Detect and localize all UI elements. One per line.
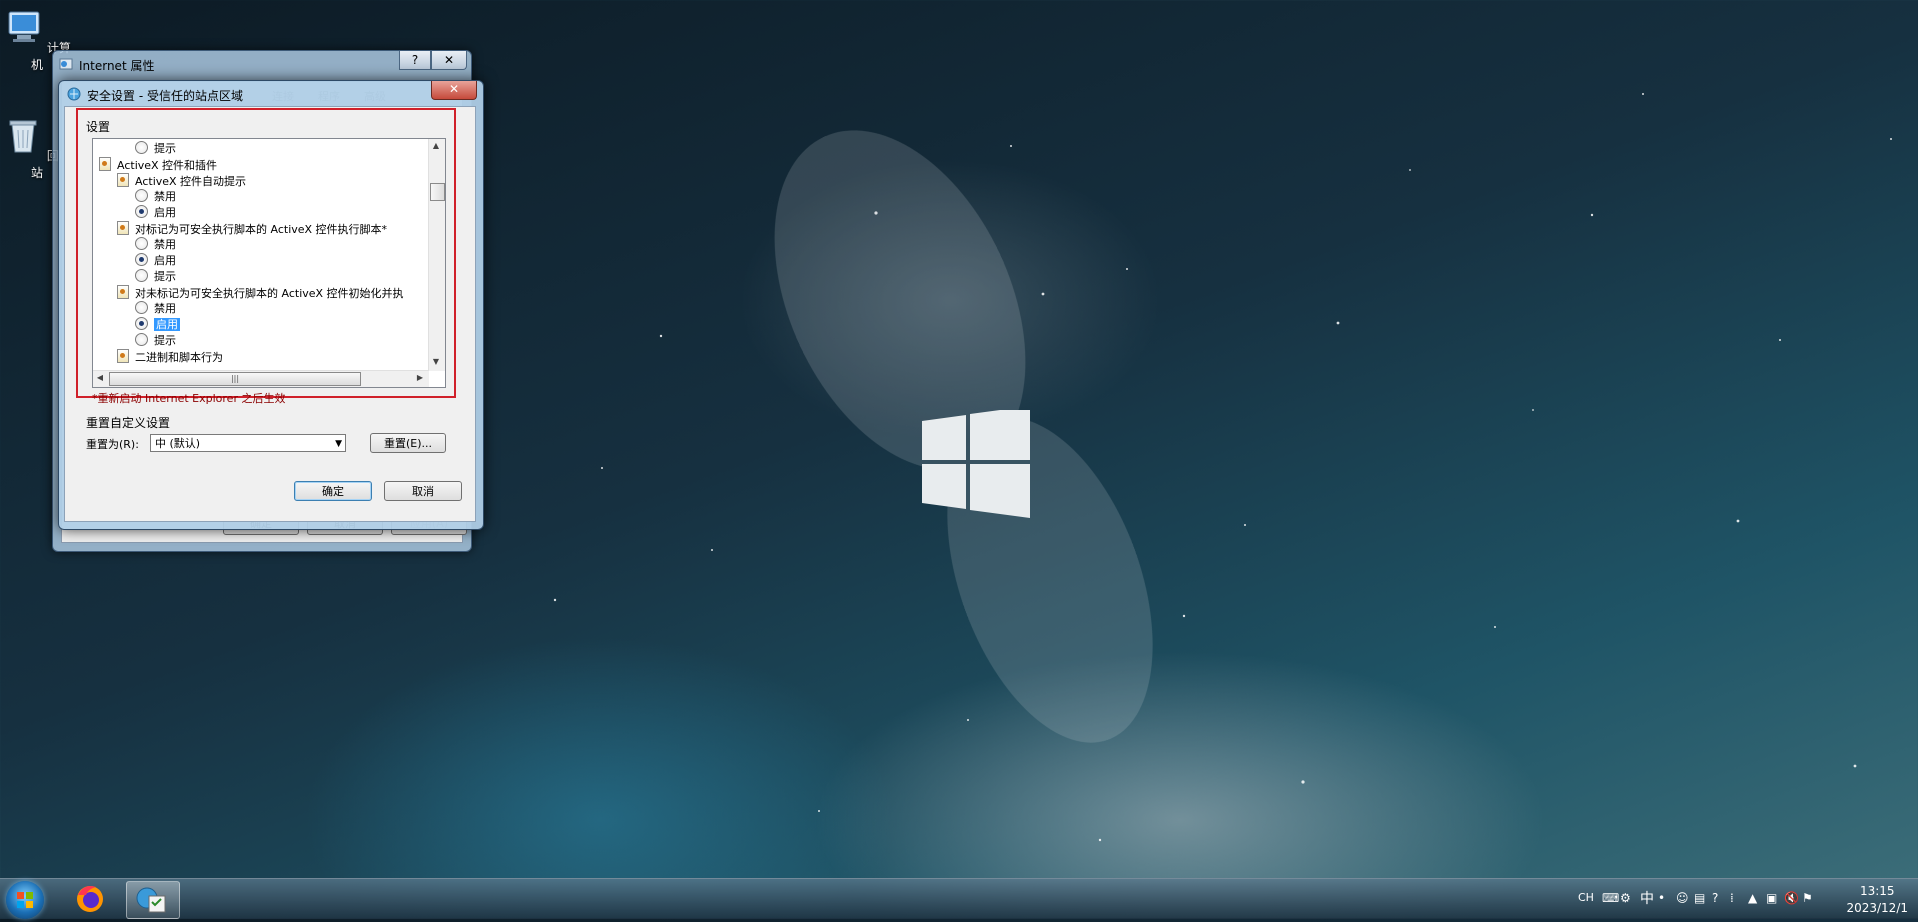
help-button[interactable]: ? (399, 51, 431, 70)
restart-note: *重新启动 Internet Explorer 之后生效 (92, 392, 286, 405)
keyboard-icon[interactable]: ⌨ (1602, 891, 1619, 905)
close-button[interactable]: ✕ (431, 81, 477, 100)
clock-date: 2023/12/1 (1846, 901, 1908, 915)
network-icon[interactable]: ▣ (1766, 891, 1777, 905)
dialog-title: 安全设置 - 受信任的站点区域 (87, 89, 243, 103)
punctuation-icon[interactable]: • (1658, 891, 1665, 905)
close-button[interactable]: ✕ (431, 51, 467, 70)
computer-icon (8, 11, 40, 42)
windows-flag-icon (17, 892, 33, 908)
chevron-down-icon[interactable]: ▼ (335, 435, 342, 453)
firefox-icon (77, 886, 103, 912)
highlight-box (76, 108, 456, 398)
cancel-button[interactable]: 取消 (384, 481, 462, 501)
clock-time: 13:15 (1859, 884, 1895, 898)
clock[interactable]: 13:15 2023/12/1 (1846, 883, 1908, 917)
start-button[interactable] (6, 881, 44, 919)
security-settings-icon (67, 87, 81, 101)
toolbox-icon[interactable]: ▤ (1694, 891, 1705, 905)
language-indicator[interactable]: CH (1578, 891, 1594, 904)
select-value: 中 (默认) (155, 437, 201, 450)
internet-options-icon (136, 887, 166, 913)
reset-level-select[interactable]: 中 (默认) ▼ (150, 434, 346, 452)
ok-button[interactable]: 确定 (294, 481, 372, 501)
window-title: Internet 属性 (79, 59, 155, 73)
reset-to-label: 重置为(R): (86, 438, 139, 451)
reset-button[interactable]: 重置(E)... (370, 433, 446, 453)
reset-group-label: 重置自定义设置 (86, 416, 171, 430)
ime-mode-indicator[interactable]: 中 (1640, 888, 1654, 908)
taskbar-firefox[interactable] (64, 881, 116, 917)
recycle-bin-icon (9, 120, 37, 153)
windows-logo-icon (922, 410, 1030, 518)
volume-muted-icon[interactable]: 🔇 (1784, 891, 1799, 905)
show-hidden-icons-icon[interactable]: ▲ (1748, 891, 1757, 905)
internet-options-icon (59, 58, 73, 70)
taskbar-internet-options[interactable] (126, 881, 180, 919)
help-icon[interactable]: ? (1712, 891, 1718, 905)
taskbar: CH ⌨ ⚙ 中 • ☺ ▤ ? ⁞ ▲ ▣ 🔇 ⚑ 13:15 2023/12… (0, 878, 1918, 919)
action-center-flag-icon[interactable]: ⚑ (1802, 891, 1813, 905)
settings-icon[interactable]: ⚙ (1620, 891, 1631, 905)
menu-icon[interactable]: ⁞ (1730, 891, 1734, 905)
skin-icon[interactable]: ☺ (1676, 891, 1689, 905)
system-tray: CH ⌨ ⚙ 中 • ☺ ▤ ? ⁞ ▲ ▣ 🔇 ⚑ 13:15 2023/12… (1578, 879, 1918, 919)
